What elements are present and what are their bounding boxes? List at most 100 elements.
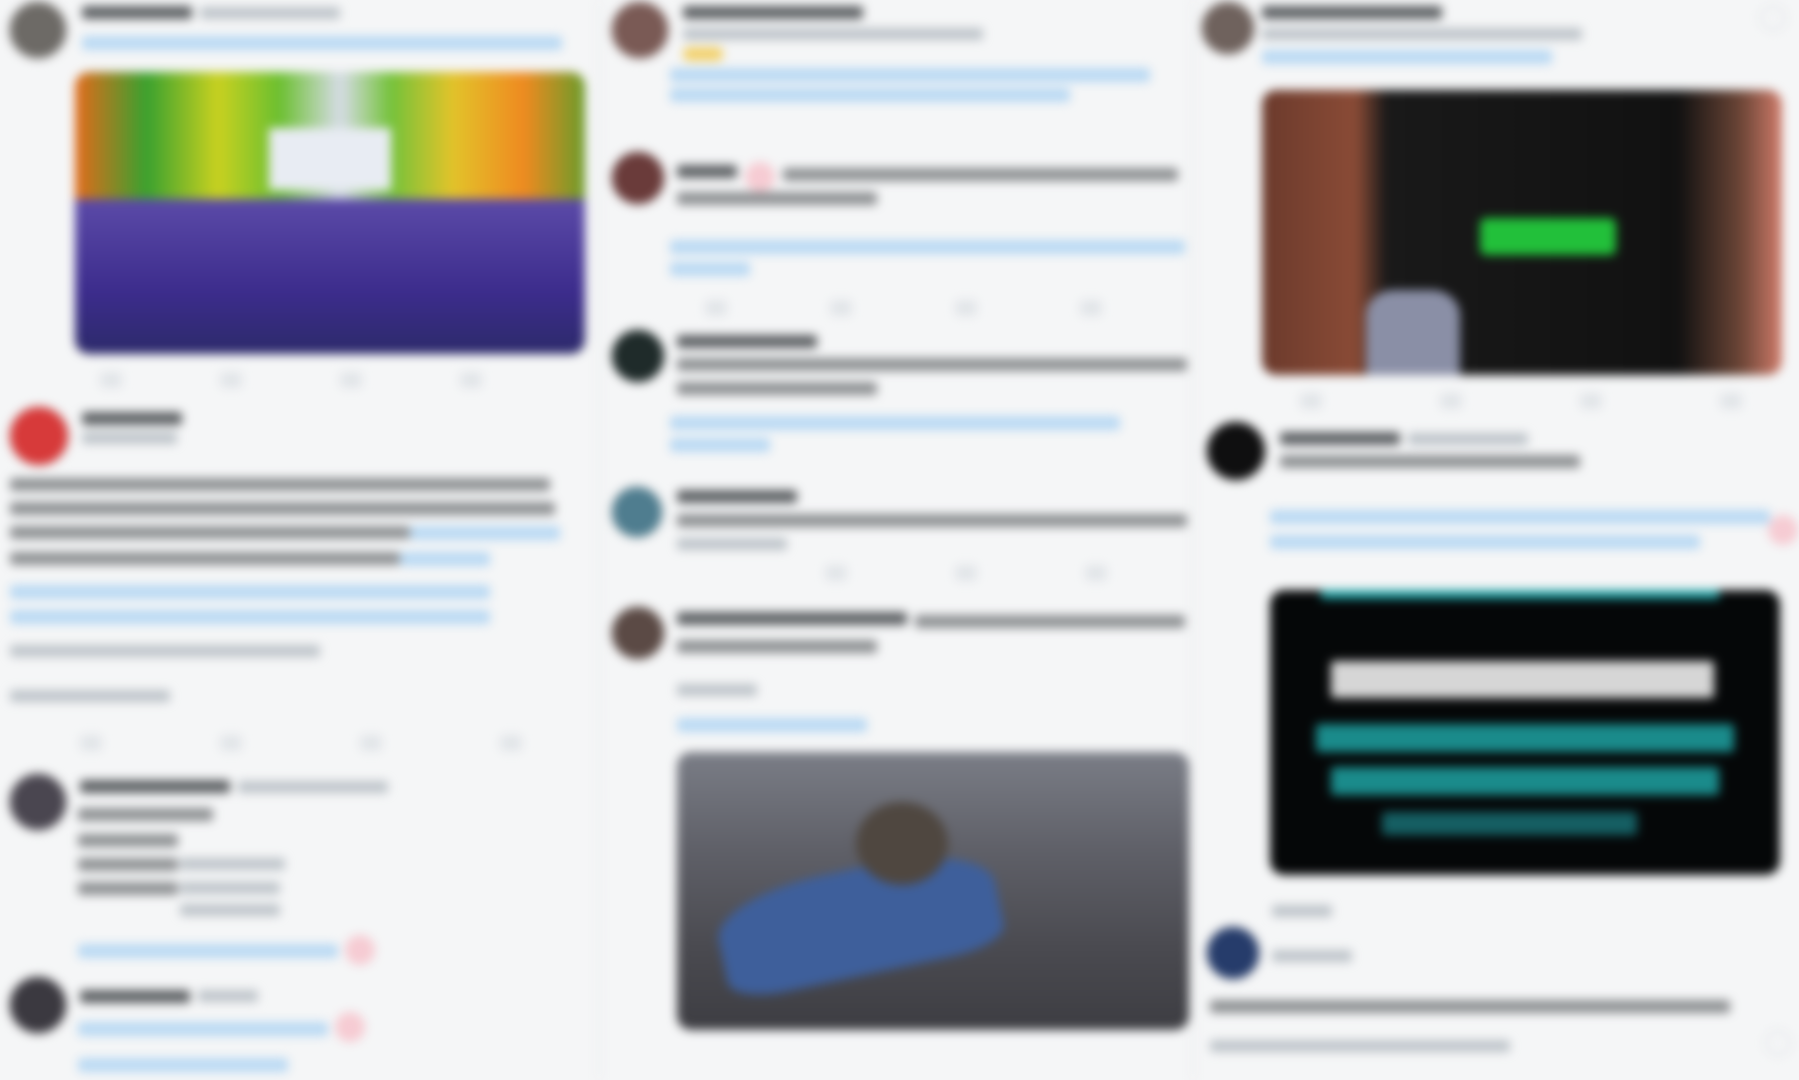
stage-area (268, 128, 392, 191)
tweet-text-line (180, 904, 280, 916)
tweet-link[interactable] (410, 526, 560, 540)
tweet-text-line (1280, 455, 1580, 468)
tweet-text-line (677, 640, 877, 653)
avatar[interactable] (610, 150, 666, 206)
tweet-link[interactable] (677, 718, 867, 732)
tweet-timestamp (10, 645, 320, 657)
top-bar (1321, 590, 1719, 599)
tweet-handle (1262, 28, 1582, 40)
tweet-link[interactable] (82, 36, 562, 50)
reply-icon[interactable] (1300, 393, 1322, 409)
like-icon[interactable] (360, 735, 382, 751)
tweet-author-name[interactable] (80, 990, 190, 1003)
retweet-icon[interactable] (830, 300, 852, 316)
feed-column-2[interactable] (605, 0, 1195, 1080)
tweet-author-name[interactable] (677, 490, 797, 503)
avatar[interactable] (610, 328, 666, 384)
avatar[interactable] (610, 485, 664, 539)
tweet-text-line (677, 538, 787, 550)
retweet-icon[interactable] (1440, 393, 1462, 409)
more-options-icon[interactable] (1760, 5, 1786, 31)
tweet-author-name[interactable] (677, 165, 737, 178)
retweet-icon[interactable] (220, 372, 242, 388)
tweet-author-name[interactable] (677, 612, 907, 625)
tweet-media-image[interactable] (1262, 90, 1782, 375)
like-icon[interactable] (1085, 565, 1107, 581)
retweet-icon[interactable] (220, 735, 242, 751)
tweet-link[interactable] (670, 68, 1150, 82)
more-options-icon[interactable] (1765, 1030, 1791, 1056)
avatar[interactable] (8, 772, 68, 832)
tweet-link[interactable] (400, 552, 490, 566)
feed-column-1[interactable] (0, 0, 600, 1080)
avatar[interactable] (1200, 0, 1256, 56)
like-icon[interactable] (1768, 515, 1798, 545)
reply-icon[interactable] (825, 565, 847, 581)
tweet-text-line (78, 808, 213, 821)
tweet-text-line (10, 526, 410, 539)
avatar[interactable] (1205, 420, 1267, 482)
tweet-text-line (915, 615, 1185, 628)
tweet-link[interactable] (78, 1022, 328, 1036)
like-icon[interactable] (955, 300, 977, 316)
column-divider (598, 0, 600, 1080)
share-icon[interactable] (460, 372, 482, 388)
share-icon[interactable] (500, 735, 522, 751)
tweet-handle (683, 28, 983, 40)
tweet-text-line (180, 882, 280, 894)
tweet-link[interactable] (1270, 535, 1700, 549)
tweet-author-name[interactable] (82, 412, 182, 425)
tweet-link[interactable] (670, 88, 1070, 102)
column-divider (1192, 0, 1194, 1080)
tweet-link[interactable] (670, 240, 1185, 254)
tweet-text-line (78, 858, 178, 871)
share-icon[interactable] (1080, 300, 1102, 316)
tweet-author-name[interactable] (1262, 6, 1442, 19)
tweet-media-image[interactable] (75, 72, 585, 354)
tweet-media-image[interactable] (1270, 590, 1780, 875)
reply-icon[interactable] (100, 372, 122, 388)
avatar[interactable] (8, 975, 68, 1035)
like-icon[interactable] (345, 935, 375, 965)
like-icon[interactable] (335, 1012, 365, 1042)
tweet-author-name[interactable] (677, 335, 817, 348)
tweet-link[interactable] (78, 1058, 288, 1072)
tweet-text-line (677, 358, 1187, 371)
tweet-text-line (10, 552, 400, 565)
avatar[interactable] (610, 0, 670, 60)
tweet-media-video[interactable] (677, 752, 1189, 1030)
tweet-handle (238, 781, 388, 793)
retweet-icon[interactable] (955, 565, 977, 581)
share-icon[interactable] (1720, 393, 1742, 409)
like-icon[interactable] (1580, 393, 1602, 409)
feed-column-3[interactable] (1200, 0, 1799, 1080)
like-icon[interactable] (340, 372, 362, 388)
tweet-handle (198, 990, 258, 1002)
tweet-link[interactable] (1270, 510, 1770, 524)
avatar[interactable] (610, 605, 666, 661)
tweet-author-name[interactable] (1280, 432, 1400, 445)
arm (1366, 289, 1460, 375)
tweet-handle (1272, 950, 1352, 962)
tweet-author-name[interactable] (683, 6, 863, 19)
tweet-link[interactable] (670, 262, 750, 276)
tweet-link[interactable] (10, 610, 490, 624)
avatar[interactable] (8, 0, 68, 60)
tweet-text-line (1210, 1040, 1510, 1052)
reply-icon[interactable] (80, 735, 102, 751)
tweet-link[interactable] (670, 416, 1120, 430)
emoji (683, 47, 723, 61)
tweet-text-line (10, 502, 555, 515)
tweet-author-name[interactable] (1272, 905, 1332, 917)
tweet-link[interactable] (670, 438, 770, 452)
tweet-handle (200, 7, 340, 19)
avatar[interactable] (1205, 925, 1261, 981)
tweet-author-name[interactable] (82, 6, 192, 19)
tweet-author-name[interactable] (80, 780, 230, 793)
reply-icon[interactable] (705, 300, 727, 316)
avatar[interactable] (8, 405, 70, 467)
tweet-link[interactable] (10, 585, 490, 599)
tweet-link[interactable] (78, 944, 338, 958)
arena-floor (75, 198, 585, 354)
tweet-link[interactable] (1262, 50, 1552, 64)
